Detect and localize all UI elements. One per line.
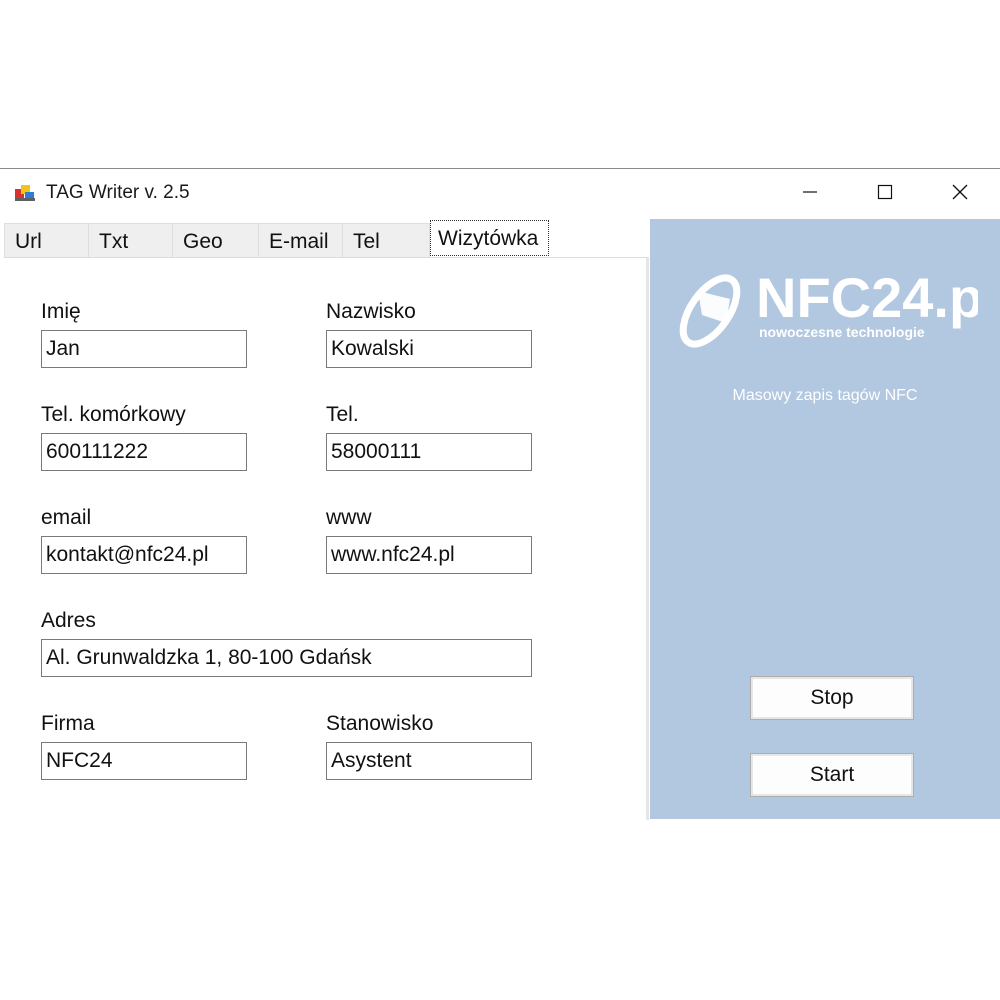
tab-tel[interactable]: Tel: [342, 223, 430, 257]
position-label: Stanowisko: [326, 712, 434, 735]
address-label: Adres: [41, 609, 96, 632]
stop-button[interactable]: Stop: [750, 676, 914, 720]
www-input[interactable]: [326, 536, 532, 574]
close-icon: [952, 184, 968, 205]
logo-subtext: nowoczesne technologie: [759, 324, 925, 340]
start-button[interactable]: Start: [750, 753, 914, 797]
email-label: email: [41, 506, 92, 529]
tab-txt[interactable]: Txt: [88, 223, 174, 257]
phone-input[interactable]: [326, 433, 532, 471]
title-bar[interactable]: TAG Writer v. 2.5: [0, 169, 1000, 219]
nfc-wave-icon: [679, 274, 741, 348]
first-name-label: Imię: [41, 300, 81, 323]
app-window: TAG Writer v. 2.5 Url Txt Geo E-mail Tel…: [0, 168, 1000, 820]
minimize-button[interactable]: [780, 169, 840, 219]
last-name-input[interactable]: [326, 330, 532, 368]
tab-geo[interactable]: Geo: [172, 223, 260, 257]
tab-wizytowka[interactable]: Wizytówka: [430, 220, 549, 256]
company-input[interactable]: [41, 742, 247, 780]
first-name-input[interactable]: [41, 330, 247, 368]
maximize-button[interactable]: [855, 169, 915, 219]
app-icon: [14, 183, 36, 205]
mobile-input[interactable]: [41, 433, 247, 471]
maximize-icon: [877, 184, 893, 205]
window-title: TAG Writer v. 2.5: [46, 182, 190, 203]
tagline: Masowy zapis tagów NFC: [732, 387, 918, 404]
mobile-label: Tel. komórkowy: [41, 403, 186, 426]
close-button[interactable]: [930, 169, 990, 219]
www-label: www: [326, 506, 372, 529]
tab-strip: Url Txt Geo E-mail Tel Wizytówka: [0, 219, 650, 259]
logo-text: NFC24.pl: [756, 266, 978, 329]
phone-label: Tel.: [326, 403, 359, 426]
minimize-icon: [802, 184, 818, 205]
nfc24-logo: NFC24.pl nowoczesne technologie: [679, 266, 978, 348]
side-panel: NFC24.pl nowoczesne technologie Masowy z…: [650, 219, 1000, 819]
business-card-form: Imię Nazwisko Tel. komórkowy Tel. email …: [4, 257, 649, 820]
position-input[interactable]: [326, 742, 532, 780]
tab-email[interactable]: E-mail: [258, 223, 344, 257]
company-label: Firma: [41, 712, 95, 735]
last-name-label: Nazwisko: [326, 300, 416, 323]
tab-url[interactable]: Url: [4, 223, 90, 257]
email-input[interactable]: [41, 536, 247, 574]
address-input[interactable]: [41, 639, 532, 677]
